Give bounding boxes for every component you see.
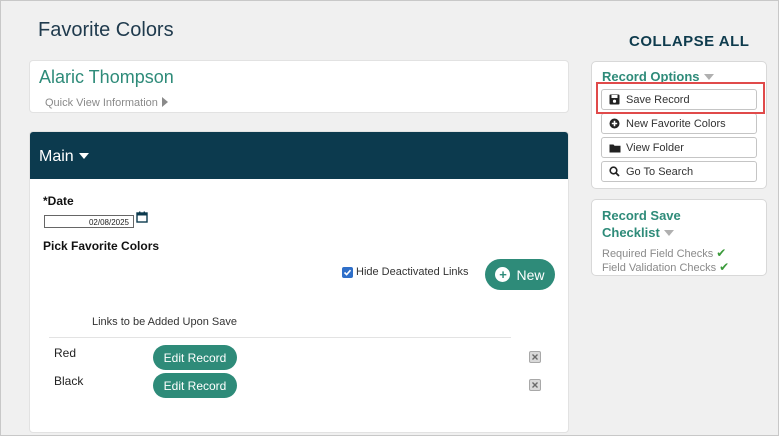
main-section-header[interactable]: Main — [30, 132, 568, 179]
new-link-button[interactable]: + New — [485, 259, 555, 290]
chevron-down-icon — [663, 230, 674, 236]
main-section-title: Main — [39, 148, 74, 165]
plus-circle-icon: + — [495, 267, 511, 282]
person-name[interactable]: Alaric Thompson — [39, 67, 174, 88]
checkmark-icon: ✔ — [719, 260, 730, 274]
required-field-checks-label: Required Field Checks — [602, 248, 714, 260]
plus-circle-icon — [608, 118, 621, 129]
view-folder-label: View Folder — [626, 141, 684, 154]
date-label: *Date — [43, 194, 74, 208]
save-record-highlight — [596, 82, 765, 114]
divider — [49, 337, 511, 338]
checklist-title-line1: Record Save — [602, 208, 681, 223]
remove-link-icon[interactable] — [529, 378, 541, 396]
new-favorite-colors-label: New Favorite Colors — [626, 117, 726, 130]
go-to-search-label: Go To Search — [626, 165, 694, 178]
main-panel: Main *Date Pick Favorite Colors Hide Dea… — [29, 131, 569, 433]
calendar-icon[interactable] — [136, 210, 148, 228]
quick-view-label: Quick View Information — [45, 97, 158, 109]
links-to-add-label: Links to be Added Upon Save — [92, 316, 237, 328]
checklist-title[interactable]: Record Save Checklist — [602, 207, 681, 241]
record-save-checklist-panel: Record Save Checklist Required Field Che… — [591, 199, 767, 276]
collapse-all-button[interactable]: COLLAPSE ALL — [629, 33, 749, 50]
hide-deactivated-label: Hide Deactivated Links — [356, 266, 469, 278]
view-folder-button[interactable]: View Folder — [601, 137, 757, 158]
person-card: Alaric Thompson Quick View Information — [29, 60, 569, 113]
record-options-panel: Record Options Save Record New Favorite … — [591, 61, 767, 189]
date-input[interactable] — [44, 215, 134, 228]
link-row-name: Red — [54, 346, 77, 360]
field-validation-checks-label: Field Validation Checks — [602, 262, 717, 274]
hide-deactivated-toggle[interactable]: Hide Deactivated Links — [342, 266, 469, 278]
go-to-search-button[interactable]: Go To Search — [601, 161, 757, 182]
checkmark-icon: ✔ — [716, 246, 727, 260]
required-field-checks-item: Required Field Checks ✔ — [602, 246, 726, 260]
chevron-right-icon — [161, 97, 168, 107]
remove-link-icon[interactable] — [529, 350, 541, 368]
pick-colors-label: Pick Favorite Colors — [43, 239, 160, 253]
new-favorite-colors-button[interactable]: New Favorite Colors — [601, 113, 757, 134]
page-title: Favorite Colors — [38, 19, 174, 41]
chevron-down-icon — [78, 153, 89, 159]
edit-record-button[interactable]: Edit Record — [153, 345, 237, 370]
new-button-label: New — [516, 266, 545, 283]
checklist-title-line2: Checklist — [602, 225, 660, 240]
chevron-down-icon — [703, 74, 714, 80]
search-icon — [608, 166, 621, 177]
edit-record-button[interactable]: Edit Record — [153, 373, 237, 398]
folder-icon — [608, 143, 621, 153]
field-validation-checks-item: Field Validation Checks ✔ — [602, 260, 729, 274]
link-row-name: Black — [54, 374, 84, 388]
hide-deactivated-checkbox[interactable] — [342, 266, 353, 278]
quick-view-toggle[interactable]: Quick View Information — [45, 97, 168, 109]
